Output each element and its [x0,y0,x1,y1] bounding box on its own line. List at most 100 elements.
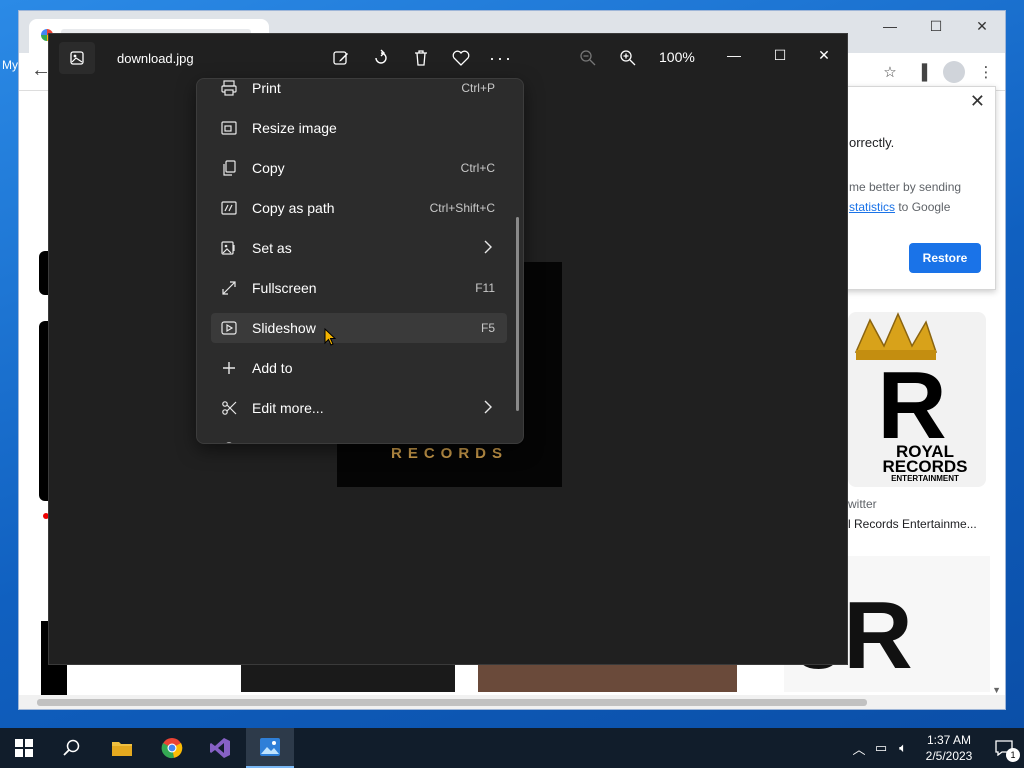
clock[interactable]: 1:37 AM 2/5/2023 [914,732,984,764]
copy-icon [221,160,237,176]
menu-item-label: Copy as path [252,200,335,216]
menu-scrollbar[interactable] [516,217,519,411]
menu-item-label: Set as [252,240,292,256]
bottom-result-thumbnails [241,664,737,692]
edit-more-icon [221,400,237,416]
search-button[interactable] [48,728,96,768]
horizontal-scroll-thumb[interactable] [37,699,867,706]
popup-close-icon[interactable]: ✕ [970,91,985,112]
menu-item-copy[interactable]: Copy Ctrl+C [211,153,507,183]
restore-pages-popup: ✕ orrectly. me better by sending statist… [830,86,996,290]
photos-maximize-button[interactable]: ☐ [757,40,803,70]
settings-icon [221,440,237,443]
visual-studio-button[interactable] [196,728,244,768]
rotate-icon[interactable] [368,46,394,70]
result-source[interactable]: witter [848,497,877,511]
popup-body: me better by sending statistics to Googl… [849,177,1009,217]
chrome-minimize-button[interactable]: — [867,11,913,41]
copy-path-icon [221,200,237,216]
menu-item-set-as[interactable]: Set as [211,233,507,263]
photo-filename: download.jpg [117,51,194,66]
menu-item-shortcut: Ctrl+P [461,81,495,95]
zoom-in-icon[interactable] [615,46,641,70]
chrome-maximize-button[interactable]: ☐ [913,11,959,41]
menu-item-label: Setti [252,440,280,443]
start-button[interactable] [0,728,48,768]
chrome-window-controls: — ☐ ✕ [867,11,1005,41]
side-panel-icon[interactable]: ▐ [911,61,933,83]
volume-icon[interactable]: 🔈︎ [892,740,914,756]
popup-heading: orrectly. [849,135,895,150]
scroll-down-arrow-icon[interactable]: ▼ [992,685,1001,695]
menu-item-copy-as-path[interactable]: Copy as path Ctrl+Shift+C [211,193,507,223]
menu-item-label: Slideshow [252,320,316,336]
menu-item-add-to[interactable]: Add to [211,353,507,383]
chrome-toolbar-icons: ☆ ▐ ⋮ [879,61,997,83]
menu-item-edit-more[interactable]: Edit more... [211,393,507,423]
menu-item-label: Resize image [252,120,337,136]
chrome-close-button[interactable]: ✕ [959,11,1005,41]
menu-item-shortcut: Ctrl+C [460,161,495,175]
profile-avatar-icon[interactable] [943,61,965,83]
favorite-heart-icon[interactable] [448,46,474,70]
network-icon[interactable]: ▭ [870,740,892,756]
chrome-icon [161,738,183,759]
menu-item-label: Add to [252,360,293,376]
kebab-menu-icon[interactable]: ⋮ [975,61,997,83]
folder-icon [112,742,132,756]
restore-button[interactable]: Restore [909,243,981,273]
set-as-icon [221,240,237,256]
result-title[interactable]: l Records Entertainme... [848,517,988,531]
plus-icon [221,360,237,376]
photos-titlebar: download.jpg ··· 100% — ☐ ✕ [49,34,847,82]
chevron-right-icon [483,399,493,418]
menu-item-label: Print [252,80,281,96]
statistics-link[interactable]: statistics [849,200,895,214]
logo-sub-text: RECORDS [882,457,968,476]
desktop-label[interactable]: My [2,58,18,72]
clock-date: 2/5/2023 [925,749,973,763]
system-tray: ︿ ▭ 🔈︎ 1:37 AM 2/5/2023 1 [848,728,1024,768]
photos-app-icon[interactable] [59,42,95,74]
menu-item-shortcut: F5 [480,321,495,335]
visual-studio-icon [210,738,230,758]
delete-icon[interactable] [408,46,434,70]
more-options-icon[interactable]: ··· [488,46,514,70]
photos-taskbar-button[interactable] [246,728,294,768]
menu-item-fullscreen[interactable]: Fullscreen F11 [211,273,507,303]
menu-item-label: Fullscreen [252,280,317,296]
popup-body-text: me better by sending [849,180,962,194]
edit-image-icon[interactable] [328,46,354,70]
photos-icon [260,738,280,756]
photos-minimize-button[interactable]: — [711,40,757,70]
search-icon [63,739,80,756]
notification-center-button[interactable]: 1 [984,728,1024,768]
zoom-out-icon[interactable] [575,46,601,70]
photo-records-text: RECORDS [390,445,508,462]
clock-time: 1:37 AM [926,733,972,747]
slideshow-icon [221,320,237,336]
menu-item-label: Copy [252,160,285,176]
horizontal-scrollbar[interactable] [19,695,1005,709]
menu-item-label: Edit more... [252,400,324,416]
fullscreen-icon [221,280,237,296]
photos-close-button[interactable]: ✕ [801,40,847,70]
zoom-level[interactable]: 100% [659,49,695,65]
resize-icon [221,120,237,136]
menu-item-slideshow[interactable]: Slideshow F5 [211,313,507,343]
search-result-image[interactable]: R ROYAL RECORDS ENTERTAINMENT [848,312,986,487]
menu-item-resize-image[interactable]: Resize image [211,113,507,143]
menu-item-shortcut: F11 [475,281,495,295]
menu-item-setti[interactable]: Setti [211,433,507,443]
menu-item-shortcut: Ctrl+Shift+C [429,201,495,215]
chevron-up-icon[interactable]: ︿ [848,739,870,758]
bookmark-star-icon[interactable]: ☆ [879,61,901,83]
chevron-right-icon [483,239,493,258]
mouse-cursor-icon [324,328,337,346]
printer-icon [221,80,237,96]
file-explorer-button[interactable] [98,728,146,768]
menu-item-print[interactable]: Print Ctrl+P [211,79,507,103]
windows-logo-icon [15,739,33,757]
taskbar: ︿ ▭ 🔈︎ 1:37 AM 2/5/2023 1 [0,728,1024,768]
chrome-taskbar-button[interactable] [148,728,196,768]
